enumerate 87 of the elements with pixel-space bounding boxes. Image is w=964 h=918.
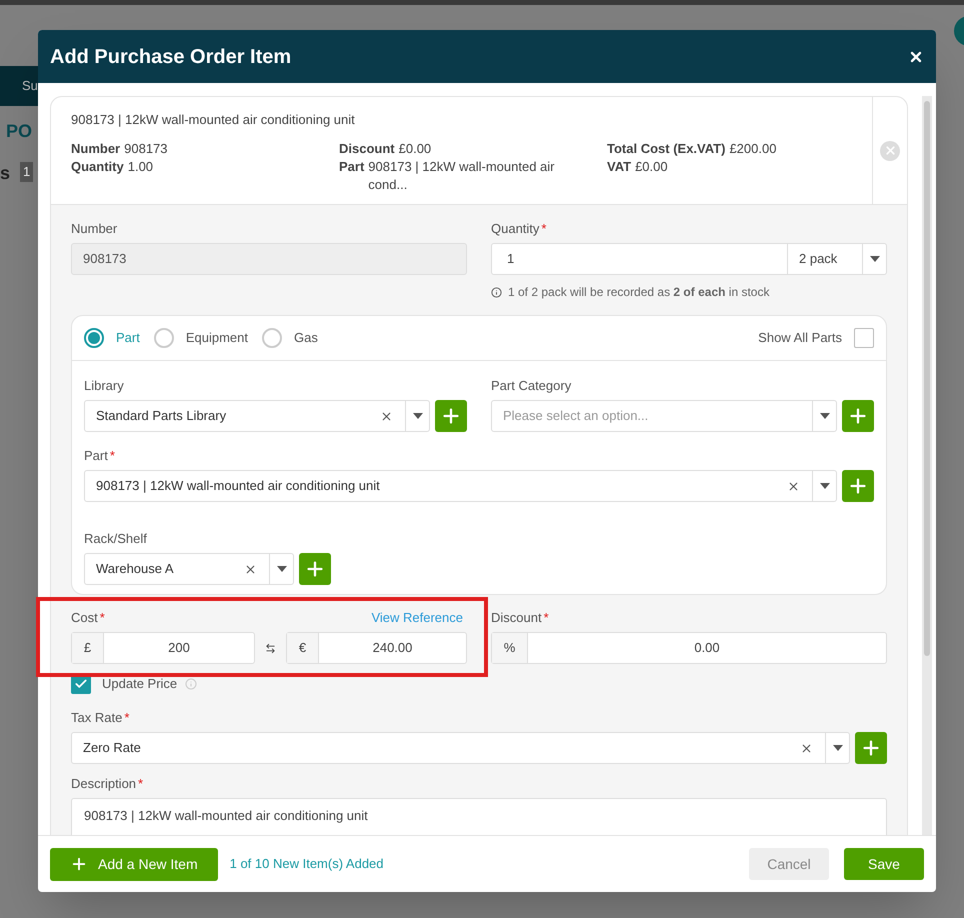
required-mark: *	[138, 775, 144, 793]
radio-button[interactable]	[262, 328, 282, 348]
caret-icon	[276, 566, 286, 572]
info-icon	[491, 286, 502, 298]
detail-value: 1.00	[128, 158, 154, 176]
detail-label: Quantity	[71, 158, 124, 176]
radio-option[interactable]: Equipment	[154, 328, 248, 348]
radio-option[interactable]: Gas	[262, 328, 318, 348]
caret-icon	[820, 483, 830, 489]
dialog-title: Add Purchase Order Item	[50, 44, 292, 70]
caret-icon	[412, 413, 422, 419]
foreign-cost-field[interactable]: € 240.00	[286, 632, 467, 664]
field-label: Cost	[71, 609, 98, 627]
required-mark: *	[110, 447, 115, 465]
radio-button[interactable]	[84, 328, 104, 348]
discount-field[interactable]: % 0.00	[491, 632, 887, 664]
field-label: Number	[71, 220, 118, 238]
radio-button[interactable]	[154, 328, 174, 348]
cost-field[interactable]: £ 200	[71, 632, 255, 664]
currency-symbol: €	[287, 633, 319, 663]
caret-icon	[832, 745, 842, 751]
field-label: Quantity	[491, 220, 540, 238]
detail-label: Total Cost (Ex.VAT)	[607, 140, 726, 158]
plus-icon	[70, 855, 88, 873]
field-label: Tax Rate	[71, 709, 122, 727]
clear-icon[interactable]	[380, 410, 393, 422]
select-value: Zero Rate	[82, 739, 142, 758]
scrollbar-thumb[interactable]	[924, 101, 930, 656]
check-icon	[74, 677, 88, 691]
detail-label: Part	[339, 158, 364, 176]
select-value: Warehouse A	[95, 560, 175, 578]
add-button[interactable]	[435, 400, 467, 432]
description-field[interactable]: 908173 | 12kW wall-mounted air conditioning unit	[71, 798, 887, 835]
add-button[interactable]	[842, 400, 874, 432]
detail-value: 908173	[124, 140, 168, 158]
select-field[interactable]: 908173 | 12kW wall-mounted air conditioning unit	[84, 470, 837, 502]
foreign-cost-value: 240.00	[372, 639, 414, 658]
tab-label: s	[0, 162, 10, 185]
clear-icon[interactable]	[787, 480, 800, 492]
required-mark: *	[124, 709, 130, 727]
select-field[interactable]: Warehouse A	[84, 553, 294, 585]
items-added-status: 1 of 10 New Item(s) Added	[230, 855, 384, 874]
quantity-value: 1	[506, 250, 516, 268]
exchange-icon	[265, 642, 276, 654]
add-button[interactable]	[842, 470, 874, 502]
currency-symbol: £	[72, 633, 104, 663]
toolbar-label: Su	[22, 77, 38, 96]
cost-value: 200	[167, 639, 191, 658]
update-price-label: Update Price	[102, 675, 178, 694]
caret-icon	[820, 413, 830, 419]
detail-value: £0.00	[398, 140, 432, 158]
add-button[interactable]	[855, 732, 887, 764]
select-field[interactable]: Standard Parts Library	[84, 400, 430, 432]
select-placeholder: Please select an option...	[502, 407, 650, 426]
detail-label: Discount	[339, 140, 395, 158]
field-label: Library	[84, 377, 124, 395]
field-label: Part Category	[491, 377, 572, 395]
page-heading: PO	[6, 120, 32, 143]
count-badge: 1	[20, 162, 34, 182]
select-field[interactable]: Zero Rate	[71, 732, 850, 764]
field-label: Part	[84, 447, 108, 465]
clear-icon[interactable]	[244, 562, 257, 576]
summary-title: 908173 | 12kW wall-mounted air conditioning unit	[71, 111, 356, 129]
field-label: Description	[71, 775, 136, 793]
add-button[interactable]	[299, 553, 331, 585]
clear-icon[interactable]	[800, 742, 813, 754]
quantity-hint: 1 of 2 pack will be recorded as 2 of each in stock	[508, 284, 770, 301]
caret-icon	[870, 256, 880, 262]
show-all-parts-label: Show All Parts	[758, 329, 842, 348]
checkbox[interactable]	[854, 328, 874, 348]
quantity-field[interactable]: 1 2 pack	[491, 243, 887, 275]
required-mark: *	[544, 609, 549, 627]
detail-value: 908173 | 12kW wall-mounted air cond...	[368, 158, 556, 194]
required-mark: *	[541, 220, 546, 238]
select-value: 908173 | 12kW wall-mounted air conditioning unit	[95, 477, 381, 496]
discount-value: 0.00	[693, 639, 721, 658]
unit-value: 2 pack	[787, 244, 862, 274]
select-value: Standard Parts Library	[95, 407, 228, 426]
detail-value: £0.00	[635, 158, 668, 176]
detail-label: VAT	[607, 158, 632, 176]
detail-label: Number	[71, 140, 120, 158]
detail-value: £200.00	[729, 140, 776, 158]
field-label: Discount	[491, 609, 542, 627]
field-label: Rack/Shelf	[84, 530, 147, 548]
required-mark: *	[100, 609, 105, 627]
info-icon	[185, 678, 198, 690]
percent-symbol: %	[492, 633, 528, 663]
